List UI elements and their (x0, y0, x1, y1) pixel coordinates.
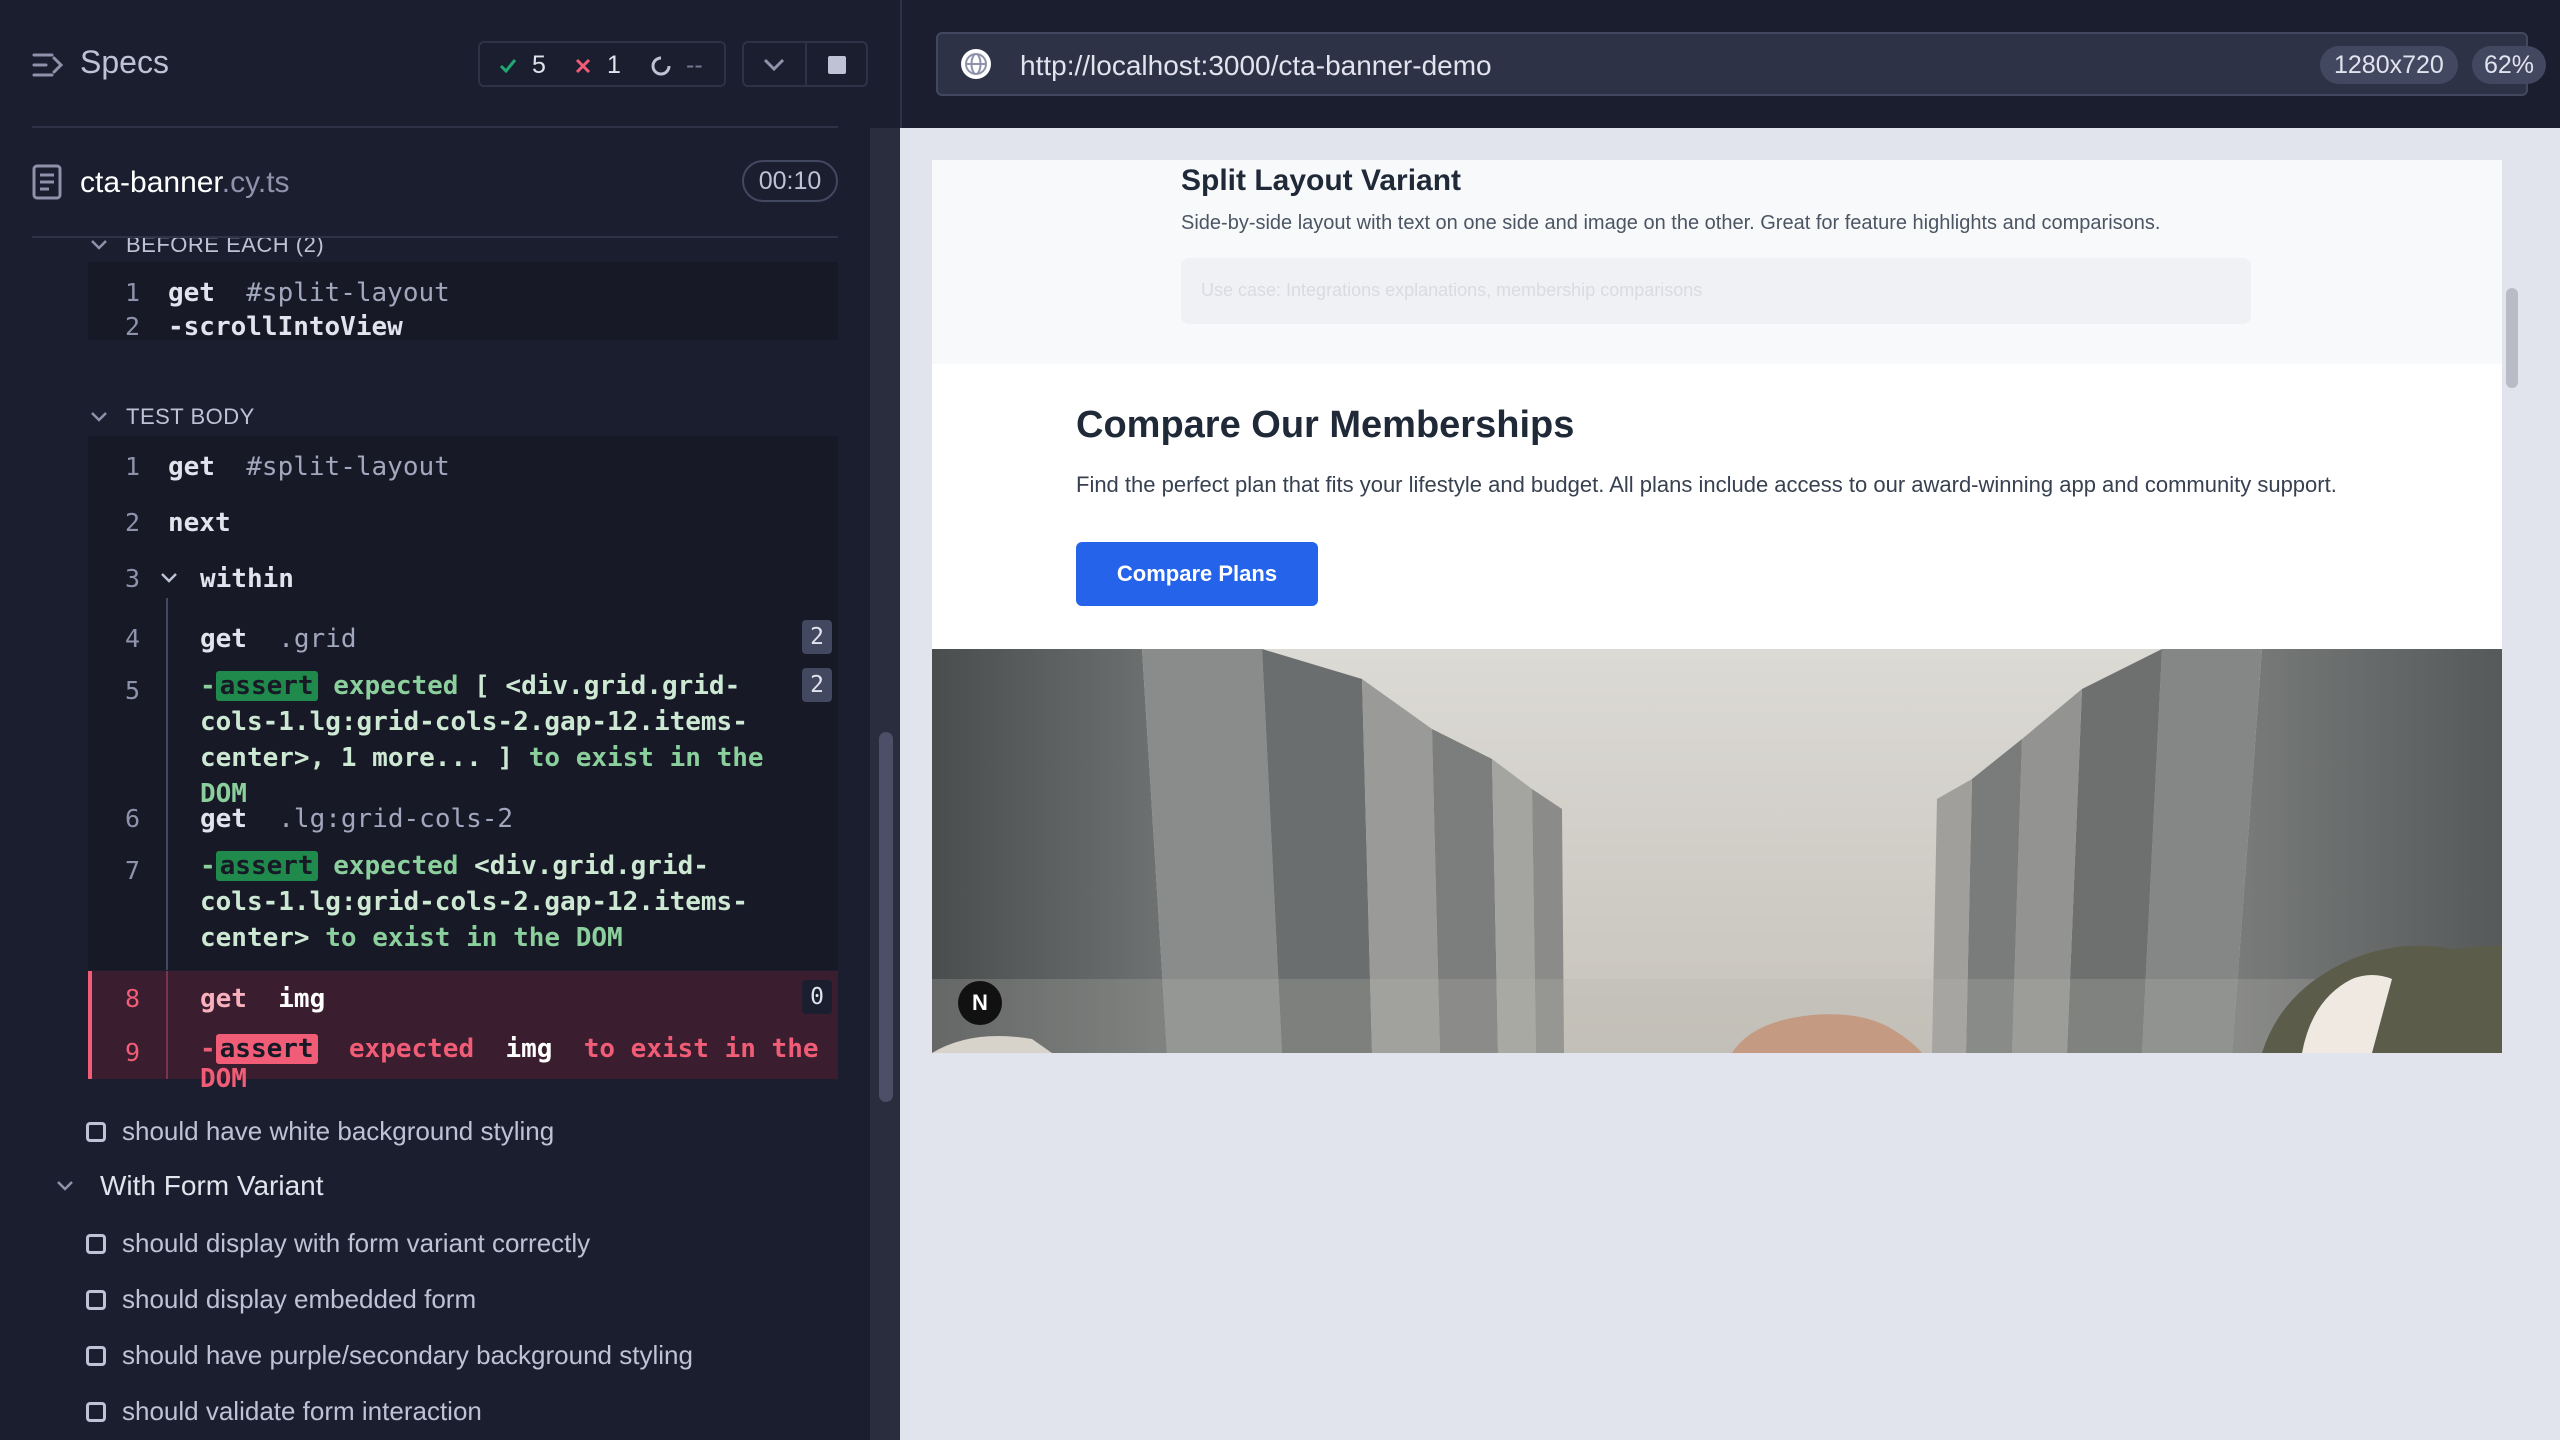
chevron-down-icon[interactable] (160, 571, 178, 585)
use-case-text: Use case: Integrations explanations, mem… (1201, 280, 1703, 300)
test-title: should display with form variant correct… (122, 1228, 591, 1258)
test-item[interactable]: should have white background styling (86, 1116, 554, 1147)
concrete-pillars-photo (932, 649, 2502, 1053)
spinner-icon (651, 56, 671, 75)
test-status-icon (86, 1345, 106, 1366)
assert-tag: assert (215, 1034, 318, 1064)
spec-duration: 00:10 (742, 160, 838, 202)
specs-label[interactable]: Specs (80, 44, 169, 81)
command-name: get .grid (200, 624, 357, 654)
cta-banner-section: Compare Our Memberships Find the perfect… (932, 364, 2502, 649)
assert-tag: assert (215, 851, 318, 881)
aut-header: http://localhost:3000/cta-banner-demo 12… (900, 0, 2560, 128)
spec-extension: .cy.ts (221, 166, 290, 199)
chevron-down-icon (91, 240, 107, 250)
command-log-panel: Specs 5 1 -- cta-banner.cy.ts 00:10 BEFO… (0, 0, 900, 1440)
check-icon (499, 58, 517, 73)
specs-list-toggle-icon[interactable] (32, 48, 66, 82)
test-status-icon (86, 1121, 106, 1142)
command-name: get #split-layout (168, 452, 450, 482)
test-status-icon (86, 1289, 106, 1310)
runner-controls (742, 41, 868, 87)
reporter-header: Specs 5 1 -- (0, 0, 900, 128)
command-name: get img (200, 984, 326, 1014)
test-stats: 5 1 -- (478, 41, 726, 87)
compare-plans-button[interactable]: Compare Plans (1076, 542, 1318, 606)
command-name: -scrollIntoView (168, 312, 403, 342)
test-body-label: TEST BODY (126, 404, 255, 429)
suite-item[interactable]: With Form Variant (56, 1170, 324, 1202)
header-divider (32, 126, 838, 128)
split-layout-section: Split Layout Variant Side-by-side layout… (932, 160, 2502, 364)
globe-icon (961, 49, 991, 79)
file-icon (32, 164, 62, 200)
app-preview-panel: http://localhost:3000/cta-banner-demo 12… (900, 0, 2560, 1440)
test-title: should validate form interaction (122, 1396, 482, 1426)
test-item[interactable]: should validate form interaction (86, 1396, 482, 1427)
hero-image: N (932, 649, 2502, 1053)
url-bar[interactable]: http://localhost:3000/cta-banner-demo 12… (936, 32, 2547, 96)
element-count-badge: 2 (802, 620, 832, 654)
x-icon (575, 58, 591, 73)
command-name: get .lg:grid-cols-2 (200, 804, 514, 834)
split-layout-description: Side-by-side layout with text on one sid… (1181, 212, 2161, 234)
test-status-icon (86, 1401, 106, 1422)
element-count-badge: 0 (802, 980, 832, 1014)
test-title: should have white background styling (122, 1116, 555, 1146)
command-log: BEFORE EACH (2) 1 get #split-layout 2 -s… (0, 238, 860, 1440)
before-each-label: BEFORE EACH (2) (126, 238, 325, 257)
assertion-message: - assert expected [ <div.grid.grid-cols-1… (200, 671, 764, 809)
viewport-size-badge[interactable]: 1280x720 (2320, 46, 2458, 84)
within-guide (166, 971, 168, 1079)
pending-value: -- (686, 51, 703, 79)
element-count-badge: 2 (802, 668, 832, 702)
reporter-scrollbar[interactable] (870, 128, 900, 1440)
reporter-scrollbar-thumb[interactable] (879, 732, 893, 1102)
chevron-down-icon (57, 1181, 73, 1191)
chevron-down-icon[interactable] (762, 55, 786, 75)
use-case-box: Use case: Integrations explanations, mem… (1181, 258, 2251, 324)
test-body-section[interactable]: TEST BODY (90, 404, 255, 430)
passed-count: 5 (498, 51, 546, 80)
split-layout-title: Split Layout Variant (1181, 164, 1462, 197)
app-iframe: Split Layout Variant Side-by-side layout… (932, 160, 2502, 1053)
url-text: http://localhost:3000/cta-banner-demo (1020, 50, 1492, 81)
spec-file-name: cta-banner.cy.ts (80, 166, 290, 200)
test-item[interactable]: should display with form variant correct… (86, 1228, 590, 1259)
cta-title: Compare Our Memberships (1076, 404, 1575, 446)
stop-icon[interactable] (826, 54, 848, 76)
command-name: get #split-layout (168, 278, 450, 308)
nextjs-dev-badge[interactable]: N (958, 981, 1002, 1025)
before-each-hook[interactable]: BEFORE EACH (2) (90, 238, 324, 258)
failed-count: 1 (573, 51, 621, 80)
test-item[interactable]: should have purple/secondary background … (86, 1340, 693, 1371)
suite-title: With Form Variant (100, 1170, 324, 1201)
test-status-icon (86, 1233, 106, 1254)
command-name: next (168, 508, 231, 538)
assert-tag: assert (215, 671, 318, 701)
pending-count: -- (650, 51, 703, 80)
test-item[interactable]: should display embedded form (86, 1284, 476, 1315)
app-scrollbar-thumb[interactable] (2506, 288, 2518, 388)
spec-file-header[interactable]: cta-banner.cy.ts 00:10 (0, 150, 860, 218)
test-title: should display embedded form (122, 1284, 477, 1314)
cta-description: Find the perfect plan that fits your lif… (1076, 472, 2337, 497)
zoom-badge: 62% (2472, 46, 2547, 84)
within-guide (166, 598, 168, 970)
passed-value: 5 (532, 51, 546, 79)
test-title: should have purple/secondary background … (122, 1340, 693, 1370)
controls-divider (805, 43, 807, 85)
assertion-message: - assert expected <div.grid.grid-cols-1.l… (200, 851, 748, 953)
spec-base-name: cta-banner (80, 166, 222, 199)
chevron-down-icon (91, 412, 107, 422)
assertion-message: - assert expected img to exist in the DOM (200, 1034, 819, 1094)
failed-value: 1 (607, 51, 621, 79)
command-name: within (200, 564, 294, 594)
